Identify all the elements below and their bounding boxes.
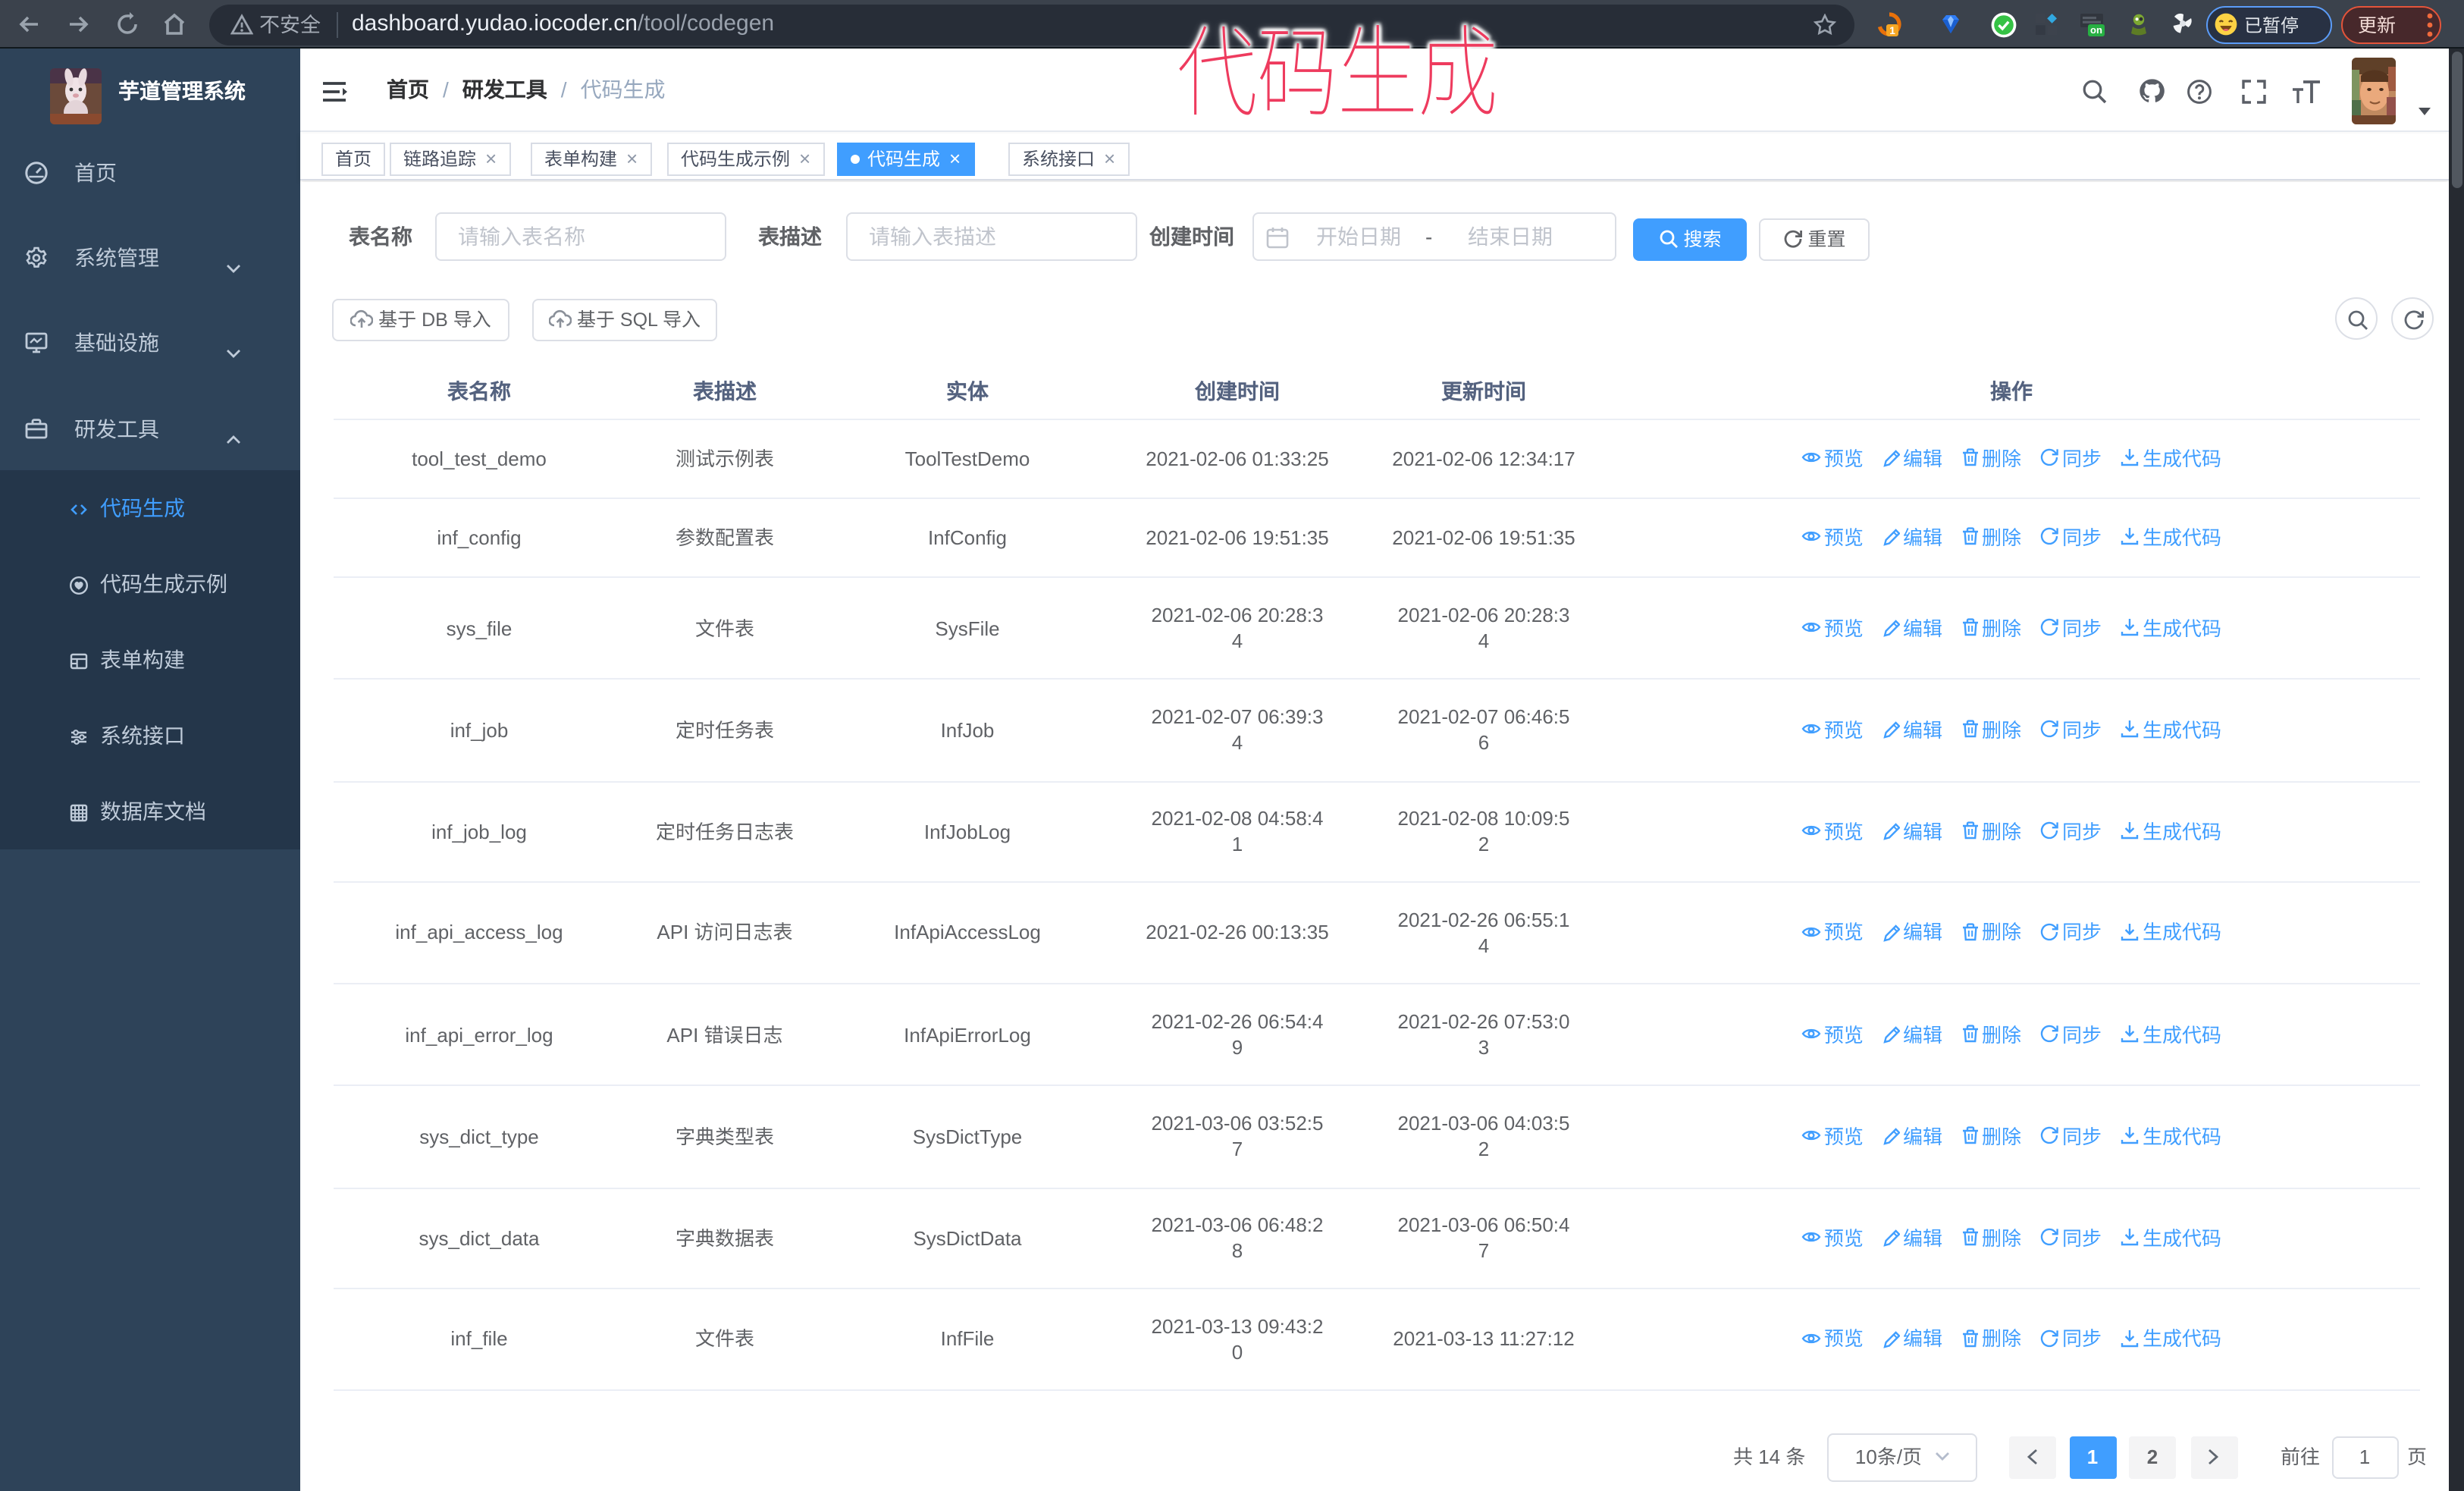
svg-text:1: 1: [1889, 24, 1895, 36]
svg-text:on: on: [2090, 24, 2102, 36]
